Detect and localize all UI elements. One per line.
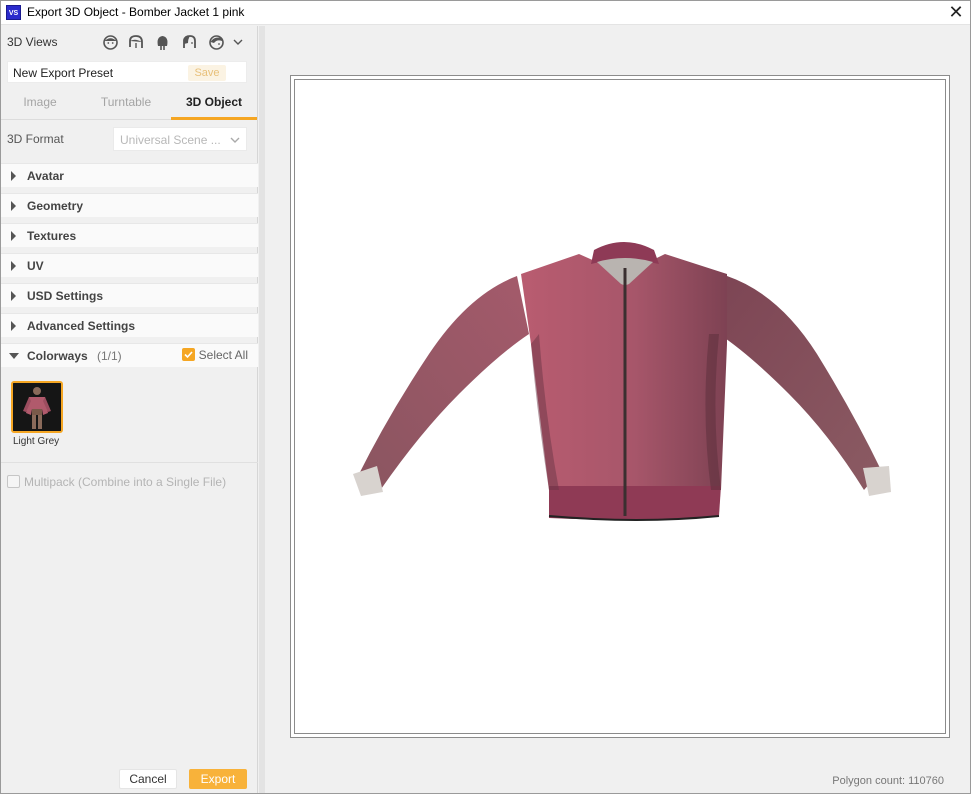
export-preset-value: New Export Preset (13, 66, 114, 80)
caret-right-icon (11, 171, 16, 181)
caret-right-icon (11, 201, 16, 211)
section-label: UV (27, 259, 44, 273)
colorway-count: (1/1) (97, 349, 122, 363)
section-label: Colorways (27, 349, 88, 363)
export-dialog: VS Export 3D Object - Bomber Jacket 1 pi… (0, 0, 971, 794)
cancel-button[interactable]: Cancel (119, 769, 177, 789)
polygon-count: Polygon count: 110760 (832, 775, 944, 787)
avatar-front-view-icon[interactable] (102, 34, 119, 51)
tab-turntable[interactable]: Turntable (87, 87, 165, 120)
3d-format-value: Universal Scene ... (120, 133, 221, 147)
chevron-down-icon (229, 134, 241, 146)
close-icon[interactable]: ✕ (942, 1, 970, 24)
caret-down-icon (9, 353, 19, 359)
window-title: Export 3D Object - Bomber Jacket 1 pink (27, 5, 245, 19)
section-uv[interactable]: UV (1, 253, 258, 277)
multipack-label-text: Multipack (Combine into a Single File) (24, 475, 227, 489)
section-colorways[interactable]: Colorways (1/1) Select All (1, 343, 258, 367)
colorway-thumbnail[interactable] (11, 381, 63, 433)
export-type-tabs: Image Turntable 3D Object (1, 87, 258, 120)
export-button[interactable]: Export (189, 769, 247, 789)
caret-right-icon (11, 261, 16, 271)
select-all-checkbox[interactable]: Select All (181, 348, 248, 362)
3d-format-dropdown[interactable]: Universal Scene ... (113, 127, 247, 151)
caret-right-icon (11, 321, 16, 331)
avatar-back-view-icon[interactable] (154, 34, 171, 51)
preview-viewport[interactable] (294, 79, 946, 734)
avatar-left-view-icon[interactable] (181, 34, 198, 51)
chevron-down-icon[interactable] (232, 36, 244, 48)
save-preset-button[interactable]: Save (188, 65, 226, 81)
section-avatar[interactable]: Avatar (1, 163, 258, 187)
section-usd-settings[interactable]: USD Settings (1, 283, 258, 307)
bomber-jacket-3d-model (353, 242, 891, 521)
section-label: Geometry (27, 199, 84, 213)
title-bar: VS Export 3D Object - Bomber Jacket 1 pi… (1, 1, 970, 25)
avatar-right-view-icon[interactable] (208, 34, 225, 51)
select-all-label: Select All (198, 348, 248, 362)
section-label: Advanced Settings (27, 319, 136, 333)
section-advanced-settings[interactable]: Advanced Settings (1, 313, 258, 337)
app-icon: VS (6, 5, 21, 20)
section-label: Avatar (27, 169, 64, 183)
export-preset-field[interactable]: New Export Preset Save (7, 61, 247, 83)
preview-panel: Polygon count: 110760 (265, 26, 970, 793)
caret-right-icon (11, 291, 16, 301)
section-textures[interactable]: Textures (1, 223, 258, 247)
checkmark-icon (181, 348, 195, 361)
divider (1, 462, 258, 463)
3d-format-label: 3D Format (7, 132, 64, 146)
3d-views-row: 3D Views (1, 26, 258, 58)
section-label: Textures (27, 229, 77, 243)
tab-3d-object[interactable]: 3D Object (171, 87, 257, 120)
settings-panel: 3D Views New Export Preset Save Image Tu… (1, 26, 258, 793)
avatar-side-view-icon[interactable] (127, 34, 144, 51)
3d-views-label: 3D Views (7, 35, 58, 49)
3d-format-row: 3D Format Universal Scene ... (1, 127, 258, 151)
tab-image[interactable]: Image (1, 87, 79, 120)
checkbox-icon (7, 475, 20, 488)
colorway-label: Light Grey (13, 436, 60, 447)
section-geometry[interactable]: Geometry (1, 193, 258, 217)
section-label: USD Settings (27, 289, 104, 303)
caret-right-icon (11, 231, 16, 241)
preview-frame (290, 75, 950, 738)
